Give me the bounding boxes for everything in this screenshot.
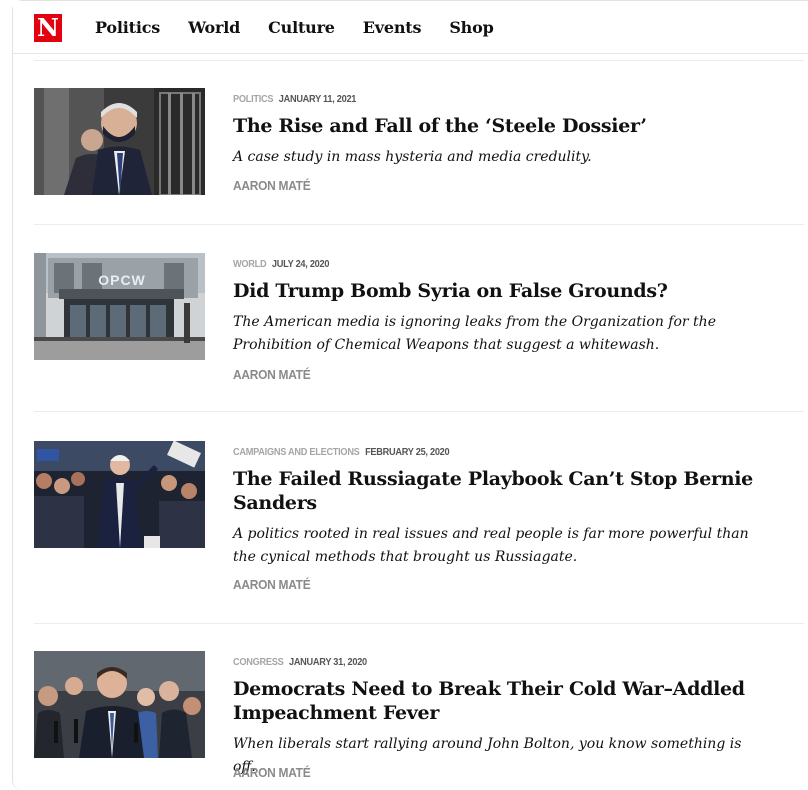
article-title[interactable]: The Rise and Fall of the ‘Steele Dossier… [233, 114, 773, 138]
divider [34, 60, 804, 61]
article-author[interactable]: AARON MATÉ [233, 765, 311, 780]
article-category[interactable]: POLITICS [233, 94, 273, 105]
main-nav: Politics World Culture Events Shop [95, 1, 522, 53]
nav-item-shop[interactable]: Shop [449, 18, 493, 37]
nav-item-politics[interactable]: Politics [95, 18, 160, 37]
article-dek: The American media is ignoring leaks fro… [233, 314, 716, 353]
article-category[interactable]: CONGRESS [233, 657, 284, 668]
article-date: JANUARY 11, 2021 [278, 94, 357, 105]
nav-item-culture[interactable]: Culture [268, 18, 335, 37]
article-meta: POLITICS JANUARY 11, 2021 [233, 94, 356, 105]
article-meta: CAMPAIGNS AND ELECTIONS FEBRUARY 25, 2020 [233, 447, 450, 458]
article-meta: CONGRESS JANUARY 31, 2020 [233, 657, 367, 668]
article-thumbnail[interactable]: OPCW [34, 253, 205, 360]
logo-letter: N [37, 13, 59, 42]
article-dek: A case study in mass hysteria and media … [233, 149, 592, 165]
article-date: JANUARY 31, 2020 [288, 657, 367, 668]
article-date: JULY 24, 2020 [271, 259, 330, 270]
article-meta: WORLD JULY 24, 2020 [233, 259, 329, 270]
article-category[interactable]: WORLD [233, 259, 267, 270]
opcw-sign: OPCW [98, 272, 146, 288]
article-title[interactable]: The Failed Russiagate Playbook Can’t Sto… [233, 467, 773, 515]
article-title[interactable]: Did Trump Bomb Syria on False Grounds? [233, 279, 773, 303]
divider [34, 623, 804, 624]
article-author[interactable]: AARON MATÉ [233, 178, 311, 193]
article-thumbnail[interactable] [34, 88, 205, 195]
article-dek: A politics rooted in real issues and rea… [233, 526, 749, 565]
article-author[interactable]: AARON MATÉ [233, 367, 311, 382]
article-author[interactable]: AARON MATÉ [233, 577, 311, 592]
article-thumbnail[interactable] [34, 651, 205, 758]
divider [34, 224, 804, 225]
nav-item-world[interactable]: World [188, 18, 240, 37]
article-title[interactable]: Democrats Need to Break Their Cold War–A… [233, 677, 773, 725]
article-category[interactable]: CAMPAIGNS AND ELECTIONS [233, 447, 360, 458]
article-thumbnail[interactable] [34, 441, 205, 548]
article-dek: When liberals start rallying around John… [233, 736, 742, 775]
nav-item-events[interactable]: Events [363, 18, 422, 37]
divider [34, 411, 804, 412]
site-logo[interactable]: N [34, 14, 62, 42]
top-navigation-bar: N Politics World Culture Events Shop [13, 1, 808, 54]
article-date: FEBRUARY 25, 2020 [365, 447, 450, 458]
